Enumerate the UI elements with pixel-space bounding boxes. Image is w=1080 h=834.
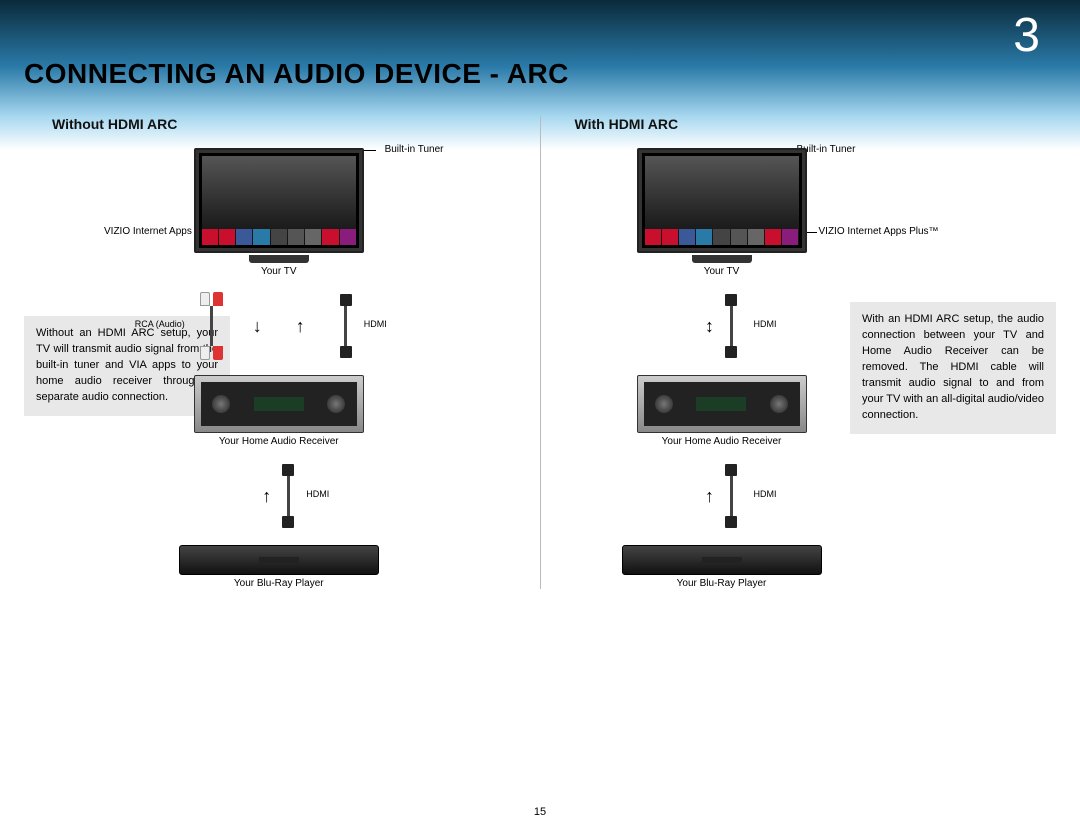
tuner-label-left: Built-in Tuner bbox=[385, 144, 444, 155]
hdmi-label-top-right: HDMI bbox=[754, 319, 777, 329]
hdmi-cable-icon bbox=[339, 294, 353, 358]
subtitle-left: Without HDMI ARC bbox=[52, 116, 524, 132]
rca-cable-icon bbox=[205, 292, 219, 360]
receiver-caption-left: Your Home Audio Receiver bbox=[219, 436, 339, 447]
content-columns: Without HDMI ARC Without an HDMI ARC set… bbox=[24, 116, 1056, 589]
cable-row-bottom-right: ↑ HDMI bbox=[637, 451, 807, 541]
bluray-illustration bbox=[179, 545, 379, 575]
hdmi-label-bottom-right: HDMI bbox=[754, 489, 777, 499]
column-without-arc: Without HDMI ARC Without an HDMI ARC set… bbox=[24, 116, 534, 589]
column-with-arc: With HDMI ARC With an HDMI ARC setup, th… bbox=[547, 116, 1057, 589]
app-row-icon bbox=[202, 229, 356, 245]
receiver-illustration bbox=[194, 375, 364, 433]
hdmi-cable-icon bbox=[281, 464, 295, 528]
tv-illustration: Your TV bbox=[637, 148, 807, 277]
app-row-icon bbox=[645, 229, 799, 245]
arrow-up-icon: ↑ bbox=[262, 487, 271, 505]
chapter-number: 3 bbox=[1013, 8, 1040, 63]
arrow-down-icon: ↓ bbox=[253, 317, 262, 335]
hdmi-cable-icon bbox=[724, 294, 738, 358]
tv-caption-left: Your TV bbox=[194, 266, 364, 277]
apps-label-right: VIZIO Internet Apps Plus™ bbox=[819, 226, 939, 237]
rca-label: RCA (Audio) bbox=[135, 319, 185, 329]
cable-row-top-left: RCA (Audio) ↓ ↑ HDMI bbox=[205, 281, 353, 371]
tv-illustration: Your TV bbox=[194, 148, 364, 277]
receiver-caption-right: Your Home Audio Receiver bbox=[637, 436, 807, 447]
column-divider bbox=[540, 116, 541, 589]
receiver-illustration bbox=[637, 375, 807, 433]
subtitle-right: With HDMI ARC bbox=[575, 116, 1047, 132]
hdmi-label-bottom-left: HDMI bbox=[306, 489, 329, 499]
hdmi-label-top-left: HDMI bbox=[364, 319, 387, 329]
diagram-left: Built-in Tuner VIZIO Internet Apps Plus™… bbox=[34, 148, 524, 589]
diagram-right: Built-in Tuner VIZIO Internet Apps Plus™… bbox=[557, 148, 1047, 589]
bluray-caption-left: Your Blu-Ray Player bbox=[234, 578, 324, 589]
page-title: CONNECTING AN AUDIO DEVICE - ARC bbox=[24, 58, 569, 90]
arrow-up-icon: ↑ bbox=[705, 487, 714, 505]
tv-caption-right: Your TV bbox=[637, 266, 807, 277]
bluray-caption-right: Your Blu-Ray Player bbox=[637, 578, 807, 589]
arrow-updown-icon: ↕ bbox=[705, 317, 714, 335]
bluray-illustration bbox=[622, 545, 822, 575]
page-number-footer: 15 bbox=[534, 806, 546, 818]
hdmi-cable-icon bbox=[724, 464, 738, 528]
cable-row-bottom-left: ↑ HDMI bbox=[262, 451, 295, 541]
cable-row-top-right: ↕ HDMI bbox=[637, 281, 807, 371]
arrow-up-icon: ↑ bbox=[296, 317, 305, 335]
